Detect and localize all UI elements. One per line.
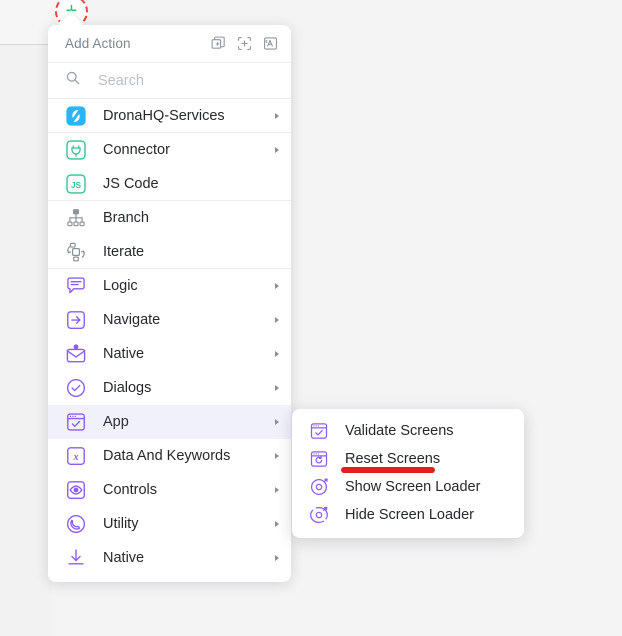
x-variable-icon: x	[65, 445, 87, 467]
svg-text:JS: JS	[71, 180, 82, 189]
dronahq-logo-icon	[65, 105, 87, 127]
menu-item-app[interactable]: App	[48, 405, 291, 439]
action-category-list: DronaHQ-Services Connector JS JS Code Branch…	[48, 99, 291, 575]
submenu-item-label: Validate Screens	[345, 423, 454, 439]
screen-canvas: + Add Action	[0, 0, 622, 636]
window-check-icon	[65, 411, 87, 433]
menu-header-tools	[210, 35, 279, 52]
menu-item-label: Branch	[103, 210, 149, 226]
menu-item-controls[interactable]: Controls	[48, 473, 291, 507]
text-variable-icon[interactable]	[262, 35, 279, 52]
duplicate-add-icon[interactable]	[210, 35, 227, 52]
menu-item-label: Navigate	[103, 312, 161, 328]
svg-text:x: x	[72, 452, 78, 463]
window-check-icon	[309, 421, 329, 441]
menu-item-label: Native	[103, 346, 145, 362]
chevron-right-icon	[275, 351, 279, 357]
red-underline-annotation	[341, 467, 435, 473]
menu-item-label: Iterate	[103, 243, 145, 260]
chevron-right-icon	[275, 385, 279, 391]
branch-tree-icon	[65, 207, 87, 229]
menu-item-label: Connector	[103, 142, 170, 158]
chevron-right-icon	[275, 419, 279, 425]
eye-square-icon	[65, 479, 87, 501]
menu-item-label: Native	[103, 550, 145, 566]
menu-item-connector[interactable]: Connector	[48, 133, 291, 167]
submenu-item-label: Reset Screens	[345, 451, 441, 467]
menu-item-native[interactable]: Native	[48, 541, 291, 575]
menu-item-js-code[interactable]: JS JS Code	[48, 167, 291, 201]
envelope-bell-icon	[65, 343, 87, 365]
add-action-menu: Add Action Search DronaHQ-Services Conne…	[48, 25, 291, 582]
menu-item-label: Dialogs	[103, 380, 152, 396]
loop-icon	[65, 241, 87, 263]
menu-item-branch[interactable]: Branch	[48, 201, 291, 235]
download-icon	[65, 547, 87, 569]
menu-item-label: JS Code	[103, 175, 159, 192]
app-submenu: Validate Screens Reset Screens Show Screen…	[292, 409, 524, 538]
menu-item-label: App	[103, 414, 129, 430]
menu-item-label: DronaHQ-Services	[103, 107, 225, 124]
background-panel-lower	[0, 45, 52, 636]
submenu-item-label: Show Screen Loader	[345, 479, 481, 495]
menu-item-dronahq-services[interactable]: DronaHQ-Services	[48, 99, 291, 133]
chevron-right-icon	[275, 112, 279, 119]
submenu-item-hide-screen-loader[interactable]: Hide Screen Loader	[292, 501, 524, 529]
submenu-item-show-screen-loader[interactable]: Show Screen Loader	[292, 473, 524, 501]
menu-item-label: Utility	[103, 516, 139, 532]
search-icon	[65, 70, 81, 91]
check-circle-icon	[65, 377, 87, 399]
chevron-right-icon	[275, 453, 279, 459]
chevron-right-icon	[275, 521, 279, 527]
chevron-right-icon	[275, 317, 279, 323]
loader-hide-icon	[309, 505, 329, 525]
js-icon: JS	[65, 173, 87, 195]
submenu-item-validate-screens[interactable]: Validate Screens	[292, 417, 524, 445]
menu-item-dialogs[interactable]: Dialogs	[48, 371, 291, 405]
chevron-right-icon	[275, 147, 279, 153]
select-area-add-icon[interactable]	[236, 35, 253, 52]
arrow-into-box-icon	[65, 309, 87, 331]
search-row[interactable]	[48, 63, 291, 99]
menu-item-navigate[interactable]: Navigate	[48, 303, 291, 337]
menu-item-label: Data And Keywords	[103, 448, 231, 464]
menu-item-logic[interactable]: Logic	[48, 269, 291, 303]
search-input[interactable]	[98, 72, 291, 89]
background-divider	[0, 44, 52, 45]
chevron-right-icon	[275, 283, 279, 289]
window-reset-icon	[309, 449, 329, 469]
menu-item-label: Logic	[103, 278, 138, 294]
page-title: Add Action	[65, 36, 131, 51]
submenu-item-label: Hide Screen Loader	[345, 507, 474, 523]
menu-item-label: Controls	[103, 482, 157, 498]
chevron-right-icon	[275, 555, 279, 561]
menu-item-iterate[interactable]: Iterate	[48, 235, 291, 269]
loader-show-icon	[309, 477, 329, 497]
menu-item-data-and-keywords[interactable]: x Data And Keywords	[48, 439, 291, 473]
menu-item-utility[interactable]: Utility	[48, 507, 291, 541]
menu-header: Add Action	[48, 25, 291, 63]
phone-circle-icon	[65, 513, 87, 535]
speech-lines-icon	[65, 275, 87, 297]
plug-icon	[65, 139, 87, 161]
menu-item-native[interactable]: Native	[48, 337, 291, 371]
chevron-right-icon	[275, 487, 279, 493]
